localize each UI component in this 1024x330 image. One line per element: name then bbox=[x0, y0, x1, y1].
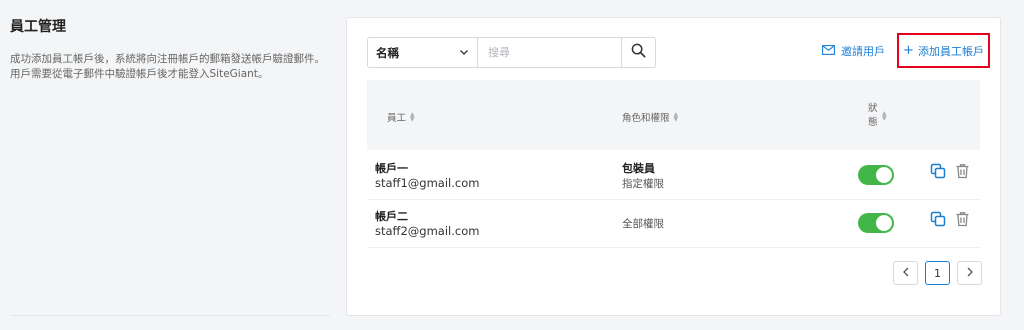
invite-user-button[interactable]: 邀請用戶 bbox=[822, 43, 885, 59]
search-icon bbox=[631, 43, 646, 62]
staff-role: 包裝員 bbox=[622, 162, 655, 175]
trash-icon bbox=[955, 211, 970, 231]
section-description: 成功添加員工帳戶後，系統將向注冊帳戶的郵箱發送帳戶驗證郵件。用戶需要從電子郵件中… bbox=[10, 53, 325, 80]
pagination-page-button[interactable]: 1 bbox=[925, 261, 950, 285]
staff-name: 帳戶二 bbox=[375, 210, 408, 223]
sort-icon: ▲ ▼ bbox=[410, 111, 415, 123]
copy-button[interactable] bbox=[929, 211, 947, 231]
mail-icon bbox=[822, 44, 835, 58]
chevron-down-icon bbox=[459, 46, 469, 60]
sort-icon: ▲ ▼ bbox=[882, 110, 887, 122]
status-toggle[interactable] bbox=[858, 165, 894, 185]
staff-email: staff2@gmail.com bbox=[375, 224, 480, 238]
search-filter-select[interactable]: 名稱 bbox=[368, 38, 478, 67]
add-staff-label: 添加員工帳戶 bbox=[917, 44, 984, 58]
column-status[interactable]: 狀態 ▲ ▼ bbox=[868, 102, 887, 130]
sort-icon: ▲ ▼ bbox=[673, 111, 679, 123]
table-row: 帳戶二 staff2@gmail.com 全部權限 bbox=[367, 200, 980, 248]
delete-button[interactable] bbox=[953, 164, 971, 182]
section-info: 員工管理 成功添加員工帳戶後，系統將向注冊帳戶的郵箱發送帳戶驗證郵件。用戶需要從… bbox=[10, 0, 330, 330]
table-row: 帳戶一 staff1@gmail.com 包裝員 指定權限 bbox=[367, 152, 980, 200]
staff-email: staff1@gmail.com bbox=[375, 176, 480, 190]
section-divider bbox=[10, 315, 330, 316]
search-input[interactable] bbox=[478, 38, 621, 67]
toggle-knob bbox=[876, 215, 892, 231]
staff-permission: 指定權限 bbox=[622, 178, 664, 190]
search-button[interactable] bbox=[621, 38, 655, 67]
status-toggle[interactable] bbox=[858, 213, 894, 233]
table-header: 員工 ▲ ▼ 角色和權限 ▲ ▼ 狀態 ▲ ▼ bbox=[367, 80, 980, 150]
column-status-label: 狀態 bbox=[868, 103, 878, 128]
toggle-knob bbox=[876, 167, 892, 183]
copy-icon bbox=[930, 163, 946, 183]
chevron-left-icon bbox=[902, 267, 910, 280]
pagination-prev-button[interactable] bbox=[893, 261, 918, 285]
chevron-right-icon bbox=[966, 267, 974, 280]
staff-permission: 全部權限 bbox=[622, 218, 664, 230]
delete-button[interactable] bbox=[953, 212, 971, 230]
column-staff-label: 員工 bbox=[387, 113, 407, 124]
column-staff[interactable]: 員工 ▲ ▼ bbox=[387, 110, 415, 125]
copy-button[interactable] bbox=[929, 163, 947, 183]
add-staff-button[interactable]: + 添加員工帳戶 bbox=[897, 33, 990, 68]
search-filter-label: 名稱 bbox=[376, 45, 399, 60]
pagination-next-button[interactable] bbox=[957, 261, 982, 285]
search-bar: 名稱 bbox=[367, 37, 656, 68]
section-title: 員工管理 bbox=[10, 19, 66, 35]
copy-icon bbox=[930, 211, 946, 231]
column-role-label: 角色和權限 bbox=[622, 113, 670, 124]
column-role[interactable]: 角色和權限 ▲ ▼ bbox=[622, 110, 679, 125]
invite-user-label: 邀請用戶 bbox=[841, 45, 885, 58]
trash-icon bbox=[955, 163, 970, 183]
staff-panel: 名稱 邀請用戶 + 添加員工帳戶 員工 ▲▼ 角色和權限 ▲▼ bbox=[346, 17, 1001, 316]
plus-icon: + bbox=[903, 43, 914, 58]
staff-name: 帳戶一 bbox=[375, 162, 408, 175]
